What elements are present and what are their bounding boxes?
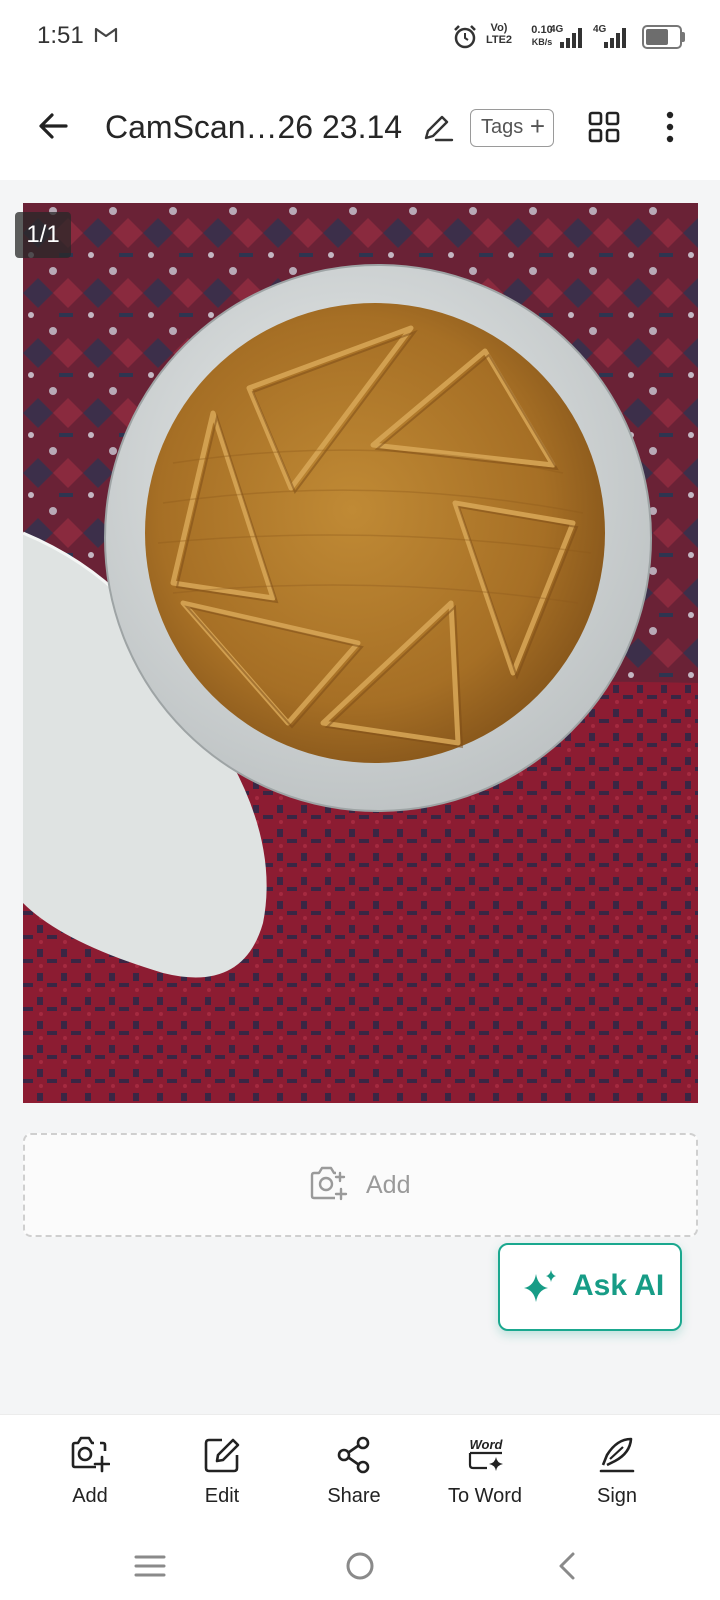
gmail-icon: [94, 27, 118, 42]
ask-ai-label: Ask AI: [572, 1269, 665, 1302]
tags-label: Tags: [481, 116, 524, 138]
toolbar-to-word-label: To Word: [447, 1485, 523, 1507]
signature-icon: [599, 1437, 635, 1473]
toolbar-to-word-button[interactable]: Word To Word: [420, 1415, 550, 1533]
share-icon: [337, 1436, 370, 1474]
grid-view-icon[interactable]: [588, 111, 620, 143]
signal-icon: [560, 28, 582, 48]
signal-icon: [604, 28, 626, 48]
system-navigation-bar: [0, 1532, 720, 1600]
toolbar-edit-label: Edit: [204, 1485, 240, 1507]
toolbar-share-button[interactable]: Share: [289, 1415, 419, 1533]
volte-indicator: Vo) LTE2: [485, 22, 513, 46]
add-photo-icon: [310, 1166, 348, 1201]
home-icon[interactable]: [340, 1546, 380, 1586]
toolbar-sign-label: Sign: [596, 1485, 638, 1507]
word-icon-text: Word: [470, 1437, 504, 1452]
status-bar: 1:51 Vo) LTE2 0.10 KB/s 4G 4G: [0, 0, 720, 76]
document-title[interactable]: CamScan…26 23.14: [105, 109, 402, 146]
toolbar-sign-button[interactable]: Sign: [552, 1415, 682, 1533]
page-counter: 1/1: [15, 212, 71, 258]
rename-pencil-icon[interactable]: [420, 110, 454, 144]
back-icon[interactable]: [548, 1546, 588, 1586]
toolbar-edit-button[interactable]: Edit: [157, 1415, 287, 1533]
top-app-bar: CamScan…26 23.14 Tags +: [0, 76, 720, 180]
bottom-toolbar: Add Edit Share Word To Word Sign: [0, 1414, 720, 1532]
add-page-area[interactable]: [23, 1133, 698, 1237]
toolbar-add-button[interactable]: Add: [25, 1415, 155, 1533]
more-options-icon[interactable]: [660, 110, 680, 144]
tags-button[interactable]: Tags +: [470, 109, 554, 147]
battery-tip: [682, 32, 685, 42]
sparkle-icon: [524, 1270, 556, 1302]
toolbar-share-label: Share: [327, 1485, 381, 1507]
status-time: 1:51: [37, 22, 84, 49]
back-arrow-icon[interactable]: [34, 106, 74, 146]
edit-icon: [204, 1438, 240, 1473]
battery-icon: [642, 25, 682, 49]
alarm-icon: [454, 25, 476, 49]
camera-plus-icon: [71, 1436, 110, 1473]
scanned-page-image[interactable]: [23, 203, 698, 1103]
menu-icon[interactable]: [130, 1546, 170, 1586]
plus-icon: +: [529, 111, 545, 141]
add-page-label: Add: [366, 1171, 411, 1199]
battery-level: [646, 29, 668, 45]
word-icon: Word: [468, 1437, 504, 1471]
toolbar-add-label: Add: [72, 1485, 108, 1507]
